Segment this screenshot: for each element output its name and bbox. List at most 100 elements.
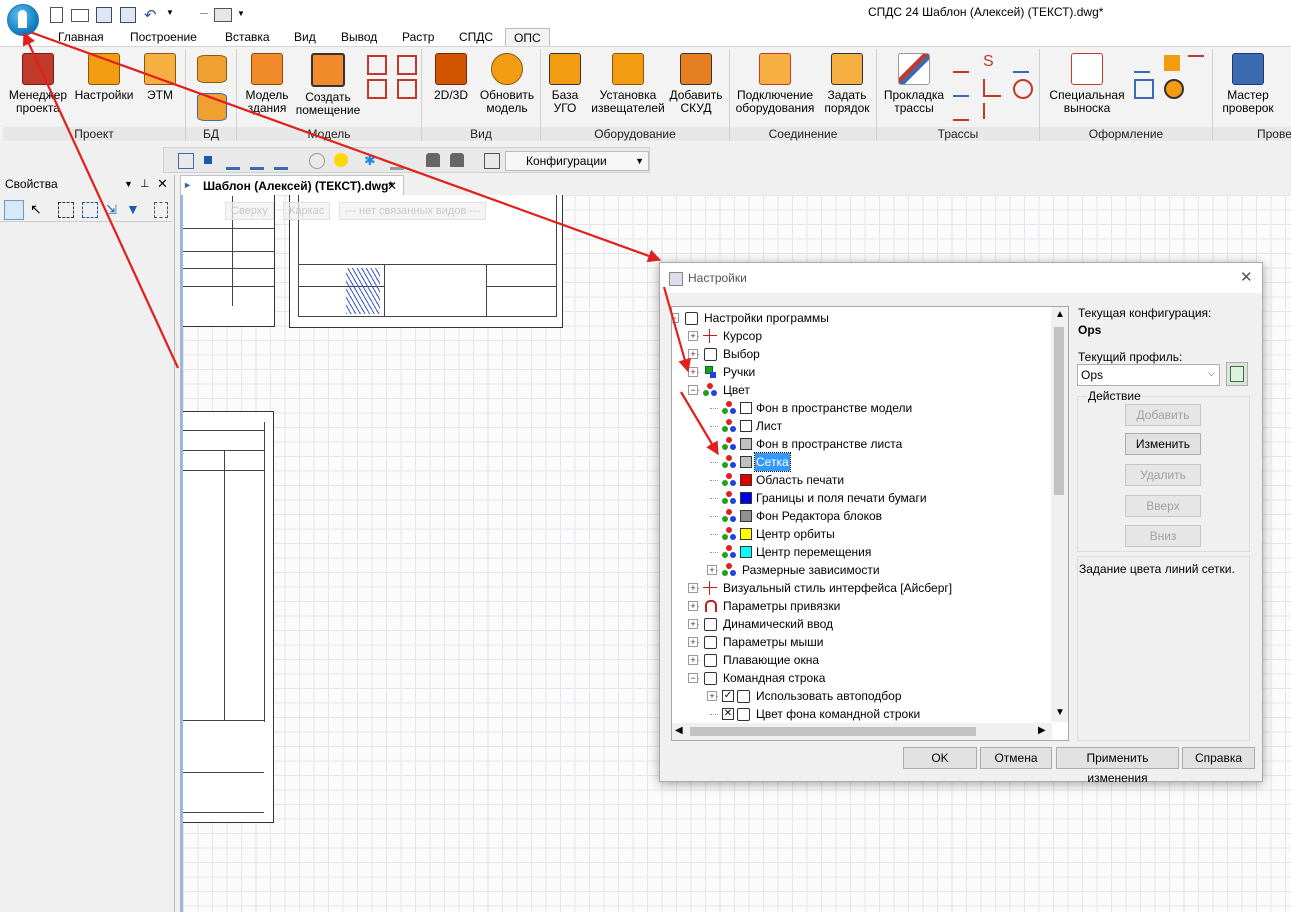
design-tool-1-icon[interactable] xyxy=(1134,55,1150,73)
model-tool-1-icon[interactable] xyxy=(367,55,387,75)
bulb-on-icon[interactable] xyxy=(334,153,348,167)
tree-node[interactable]: + Выбор xyxy=(672,345,1050,363)
tab-output[interactable]: Вывод xyxy=(333,28,385,46)
expand-icon[interactable]: + xyxy=(688,637,698,647)
expand-icon[interactable]: + xyxy=(707,565,717,575)
filter-icon[interactable]: ▼ xyxy=(126,201,140,217)
scroll-right-arrow-icon[interactable]: ▶ xyxy=(1038,725,1046,736)
tree-node[interactable]: − Командная строка xyxy=(672,669,1050,687)
undo-icon[interactable]: ↶ xyxy=(144,6,157,24)
viewport-linked-views-button[interactable]: --- нет связанных видов --- xyxy=(339,202,487,220)
route-tool-4-icon[interactable] xyxy=(953,79,969,97)
help-button[interactable]: Справка xyxy=(1182,747,1255,769)
new-file-icon[interactable] xyxy=(50,7,63,23)
tree-node[interactable]: + ✓ Использовать автоподбор xyxy=(672,687,1050,705)
tree-vertical-scroll-thumb[interactable] xyxy=(1054,327,1064,495)
tree-node[interactable]: Лист xyxy=(672,417,1050,435)
settings-tree[interactable]: − Настройки программы + Курсор + Выбор + Ручки −… xyxy=(671,306,1069,741)
layer-freeze-icon[interactable] xyxy=(390,153,404,170)
panel-menu-icon[interactable]: ▼ xyxy=(124,175,133,193)
tree-node[interactable]: + Ручки xyxy=(672,363,1050,381)
model-tool-2-icon[interactable] xyxy=(397,55,417,75)
layer-isolate-icon[interactable] xyxy=(274,153,288,170)
apply-changes-button[interactable]: Применить изменения xyxy=(1056,747,1179,785)
route-tool-7-icon[interactable] xyxy=(953,103,969,121)
add-selection-icon[interactable] xyxy=(4,200,24,220)
expand-icon[interactable]: + xyxy=(688,601,698,611)
building-model-button[interactable]: Модель здания xyxy=(241,53,293,115)
tree-node[interactable]: ✕ Цвет фона командной строки xyxy=(672,705,1050,723)
ugo-base-button[interactable]: База УГО xyxy=(543,53,587,115)
database-icon[interactable] xyxy=(197,55,227,83)
move-up-button[interactable]: Вверх xyxy=(1125,495,1201,517)
set-order-button[interactable]: Задать порядок xyxy=(820,53,874,115)
freeze-icon[interactable]: ✱ xyxy=(364,153,378,167)
tab-view[interactable]: Вид xyxy=(286,28,324,46)
close-icon[interactable]: ✕ xyxy=(157,175,168,193)
tree-node[interactable]: − Настройки программы xyxy=(672,309,1050,327)
select-window-icon[interactable] xyxy=(58,202,74,218)
route-tool-5-icon[interactable] xyxy=(983,79,1001,97)
delete-button[interactable]: Удалить xyxy=(1125,464,1201,486)
collapse-icon[interactable]: − xyxy=(688,673,698,683)
tab-construction[interactable]: Построение xyxy=(122,28,205,46)
route-tool-2-icon[interactable]: S xyxy=(983,54,999,71)
cancel-button[interactable]: Отмена xyxy=(980,747,1052,769)
undo-dropdown-icon[interactable]: ▼ xyxy=(166,8,174,17)
unlock-icon[interactable] xyxy=(450,153,464,167)
layer-states-icon[interactable] xyxy=(226,153,240,170)
tree-node[interactable]: Фон Редактора блоков xyxy=(672,507,1050,525)
route-tool-8-icon[interactable] xyxy=(983,103,1001,119)
expand-icon[interactable]: + xyxy=(688,583,698,593)
pin-icon[interactable]: ⊥ xyxy=(140,175,150,193)
model-tool-4-icon[interactable] xyxy=(397,79,417,99)
design-tool-2-icon[interactable] xyxy=(1164,55,1180,71)
move-down-button[interactable]: Вниз xyxy=(1125,525,1201,547)
design-tool-3-icon[interactable] xyxy=(1188,55,1204,73)
update-model-button[interactable]: Обновить модель xyxy=(476,53,538,115)
tree-node[interactable]: − Цвет xyxy=(672,381,1050,399)
expand-icon[interactable]: + xyxy=(688,331,698,341)
route-tool-1-icon[interactable] xyxy=(953,55,969,73)
layer-previous-icon[interactable] xyxy=(250,153,264,170)
layer-manager-icon[interactable] xyxy=(178,153,194,169)
open-folder-icon[interactable] xyxy=(71,9,89,22)
tree-node[interactable]: Сетка xyxy=(672,452,1050,472)
etm-button[interactable]: ЭТМ xyxy=(137,53,183,102)
collapse-icon[interactable]: − xyxy=(672,313,679,323)
tree-node[interactable]: Фон в пространстве листа xyxy=(672,435,1050,453)
view-2d3d-button[interactable]: 2D/3D xyxy=(426,53,476,102)
design-tool-4-icon[interactable] xyxy=(1134,79,1154,99)
tree-node[interactable]: + Визуальный стиль интерфейса [Айсберг] xyxy=(672,579,1050,597)
cursor-icon[interactable]: ↖ xyxy=(30,201,42,218)
document-close-icon[interactable]: ✕ xyxy=(387,176,397,196)
ok-button[interactable]: OK xyxy=(903,747,977,769)
edit-button[interactable]: Изменить xyxy=(1125,433,1201,455)
database-sync-icon[interactable] xyxy=(197,93,227,121)
scroll-up-arrow-icon[interactable]: ▲ xyxy=(1055,309,1065,320)
tree-node[interactable]: Фон в пространстве модели xyxy=(672,399,1050,417)
expand-icon[interactable]: + xyxy=(688,367,698,377)
check-wizard-button[interactable]: Мастер проверок xyxy=(1217,53,1279,115)
application-menu-button[interactable] xyxy=(7,4,39,36)
bulb-off-icon[interactable] xyxy=(309,153,325,169)
qat-dropdown-icon[interactable]: ▼ xyxy=(237,9,245,18)
expand-icon[interactable]: + xyxy=(688,349,698,359)
save-icon[interactable] xyxy=(96,7,112,23)
checkbox-crossed[interactable]: ✕ xyxy=(722,708,734,720)
scroll-left-arrow-icon[interactable]: ◀ xyxy=(675,725,683,736)
special-callout-button[interactable]: Специальная выноска xyxy=(1044,53,1130,115)
tree-node[interactable]: + Параметры привязки xyxy=(672,597,1050,615)
tree-node[interactable]: + Параметры мыши xyxy=(672,633,1050,651)
tree-node[interactable]: + Динамический ввод xyxy=(672,615,1050,633)
viewport-style-button[interactable]: Каркас xyxy=(283,202,331,220)
configurations-combo[interactable]: Конфигурации ▼ xyxy=(505,151,649,171)
document-tab[interactable]: ▸ Шаблон (Алексей) (ТЕКСТ).dwg* ✕ xyxy=(180,175,404,196)
lock-icon[interactable] xyxy=(426,153,440,167)
tree-node[interactable]: + Курсор xyxy=(672,327,1050,345)
create-room-button[interactable]: Создать помещение xyxy=(293,53,363,117)
scroll-down-arrow-icon[interactable]: ▼ xyxy=(1055,707,1065,718)
settings-button[interactable]: Настройки xyxy=(71,53,137,102)
tree-node[interactable]: Область печати xyxy=(672,471,1050,489)
tree-node[interactable]: Центр перемещения xyxy=(672,543,1050,561)
